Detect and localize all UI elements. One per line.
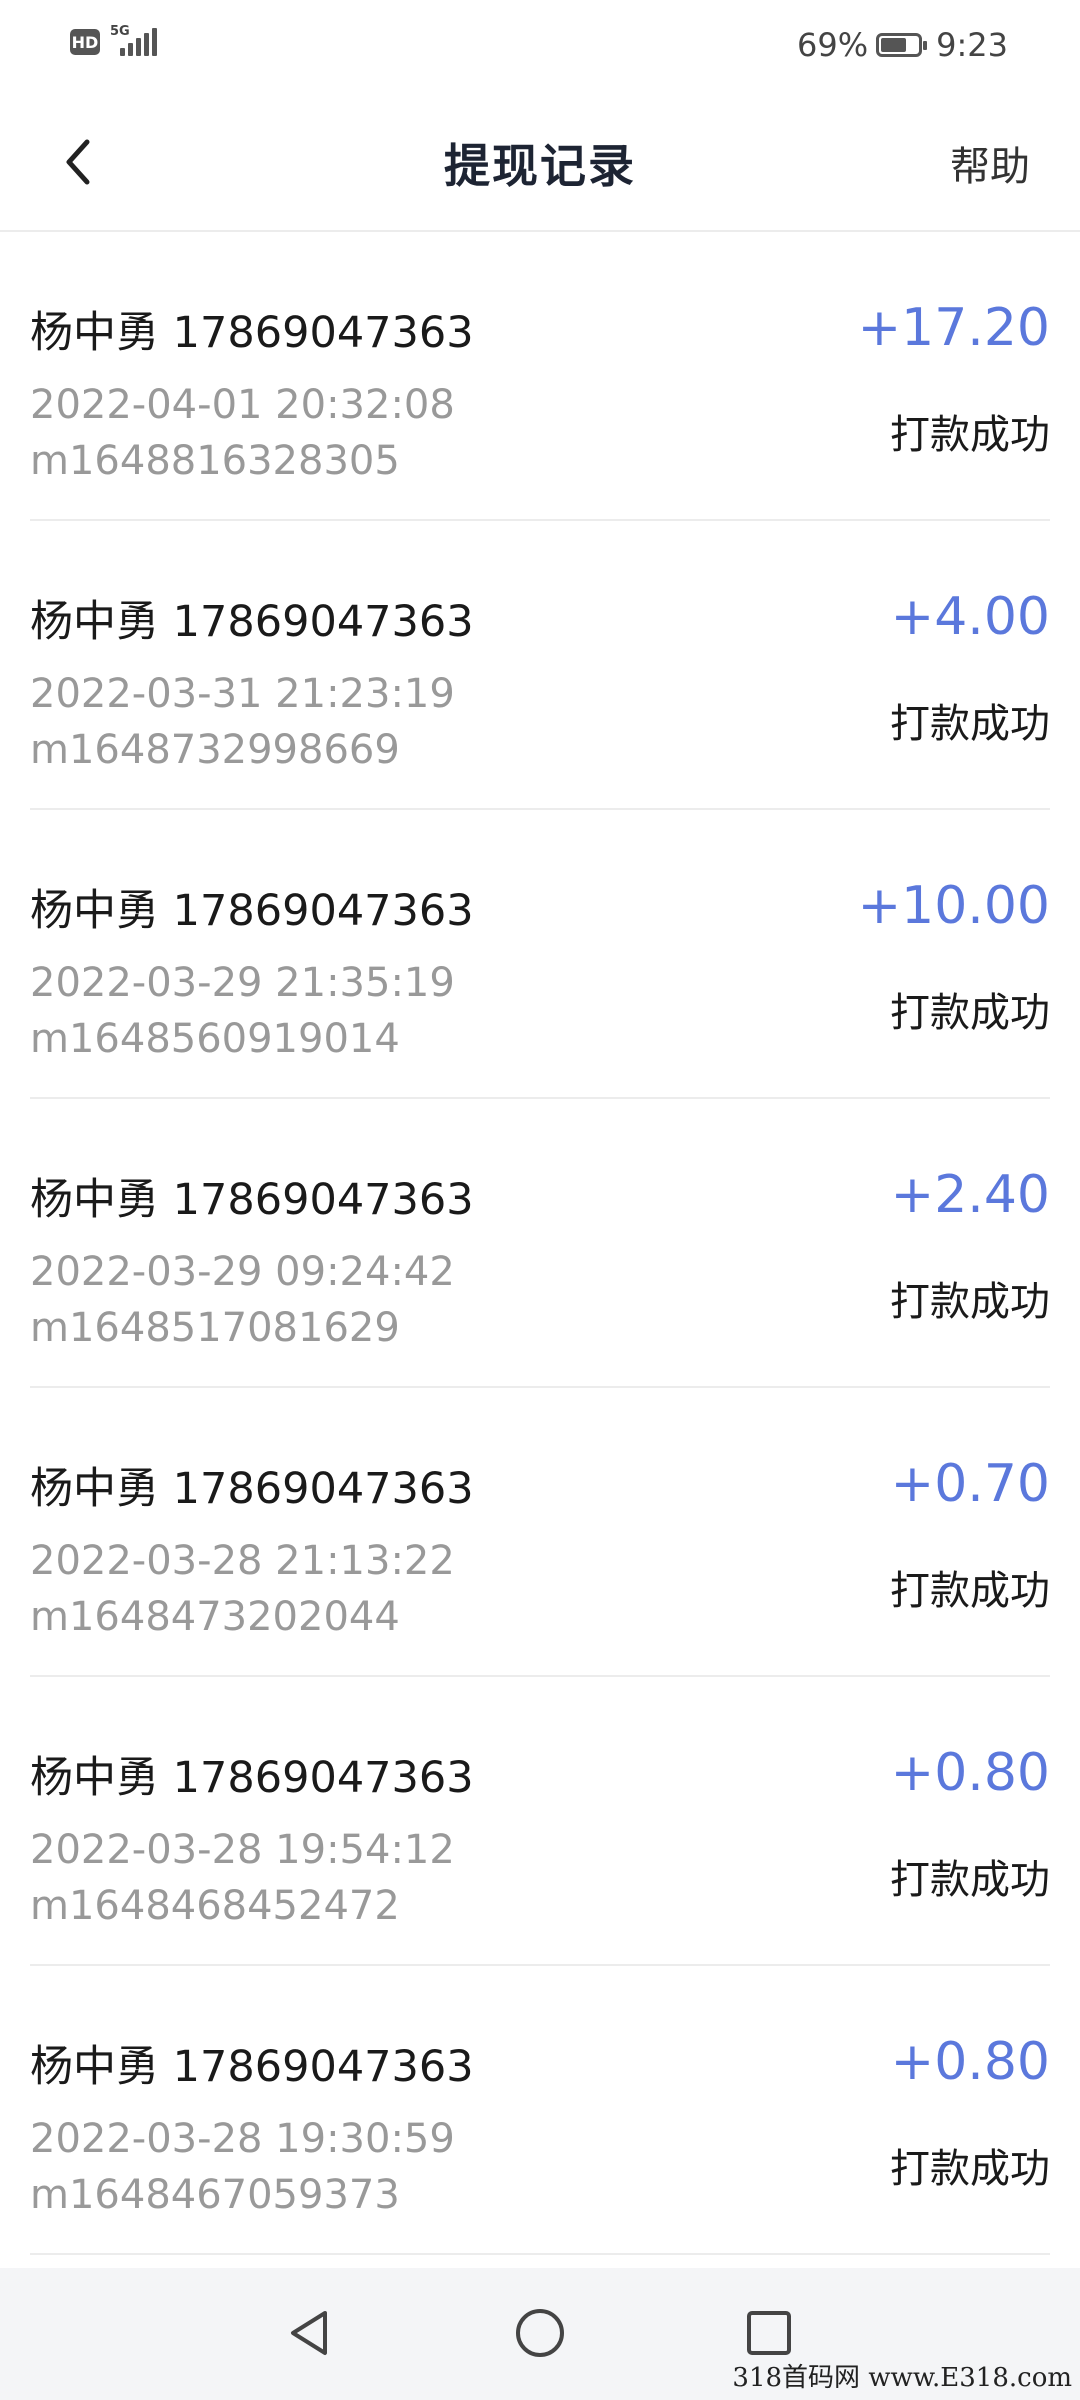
record-time: 2022-03-29 09:24:42 — [30, 1249, 455, 1295]
record-status: 打款成功 — [890, 701, 1050, 747]
record-status: 打款成功 — [890, 990, 1050, 1036]
signal-icon: 5G — [110, 24, 157, 56]
clock: 9:23 — [936, 26, 1008, 64]
header: 提现记录 帮助 — [0, 96, 1080, 232]
record-order-id: m1648732998669 — [30, 727, 400, 773]
withdrawal-record[interactable]: 杨中勇 17869047363 2022-03-29 09:24:42 m16485… — [30, 1099, 1050, 1388]
record-order-id: m1648560919014 — [30, 1016, 400, 1062]
system-nav-bar: 318首码网 www.E318.com — [0, 2268, 1080, 2400]
record-time: 2022-03-28 21:13:22 — [30, 1538, 455, 1584]
withdrawal-record[interactable]: 杨中勇 17869047363 2022-03-31 21:23:19 m16487… — [30, 521, 1050, 810]
page-title: 提现记录 — [444, 139, 636, 193]
network-type-label: 5G — [110, 24, 130, 39]
status-left: HD 5G — [70, 24, 157, 56]
record-amount: +17.20 — [857, 298, 1050, 358]
record-name: 杨中勇 17869047363 — [30, 1175, 474, 1225]
withdrawal-record[interactable]: 杨中勇 17869047363 2022-03-28 19:54:12 m16484… — [30, 1677, 1050, 1966]
record-time: 2022-03-28 19:30:59 — [30, 2116, 455, 2162]
home-circle-icon — [516, 2309, 564, 2357]
record-order-id: m1648816328305 — [30, 438, 400, 484]
battery-fill — [881, 38, 906, 52]
record-amount: +0.70 — [890, 1454, 1050, 1514]
record-name: 杨中勇 17869047363 — [30, 1464, 474, 1514]
record-amount: +0.80 — [890, 1743, 1050, 1803]
withdrawal-record[interactable]: 杨中勇 17869047363 2022-04-01 20:32:08 m16488… — [30, 232, 1050, 521]
withdrawal-record-list: 杨中勇 17869047363 2022-04-01 20:32:08 m16488… — [30, 232, 1050, 2255]
record-status: 打款成功 — [890, 2146, 1050, 2192]
record-time: 2022-03-29 21:35:19 — [30, 960, 455, 1006]
record-name: 杨中勇 17869047363 — [30, 886, 474, 936]
hd-badge: HD — [70, 29, 100, 55]
record-order-id: m1648467059373 — [30, 2172, 400, 2218]
recents-square-icon — [747, 2311, 791, 2355]
record-order-id: m1648468452472 — [30, 1883, 400, 1929]
help-button[interactable]: 帮助 — [950, 134, 1030, 192]
status-right: 69% 9:23 — [797, 26, 1008, 64]
record-amount: +10.00 — [857, 876, 1050, 936]
record-name: 杨中勇 17869047363 — [30, 1753, 474, 1803]
record-status: 打款成功 — [890, 1279, 1050, 1325]
battery-percent: 69% — [797, 26, 869, 64]
record-amount: +2.40 — [890, 1165, 1050, 1225]
record-time: 2022-03-28 19:54:12 — [30, 1827, 455, 1873]
record-name: 杨中勇 17869047363 — [30, 2042, 474, 2092]
record-status: 打款成功 — [890, 412, 1050, 458]
record-order-id: m1648517081629 — [30, 1305, 400, 1351]
status-bar: HD 5G 69% 9:23 — [0, 0, 1080, 96]
record-time: 2022-04-01 20:32:08 — [30, 382, 455, 428]
record-status: 打款成功 — [890, 1857, 1050, 1903]
record-name: 杨中勇 17869047363 — [30, 308, 474, 358]
withdrawal-record[interactable]: 杨中勇 17869047363 2022-03-28 21:13:22 m16484… — [30, 1388, 1050, 1677]
record-amount: +0.80 — [890, 2032, 1050, 2092]
withdrawal-record[interactable]: 杨中勇 17869047363 2022-03-28 19:30:59 m16484… — [30, 1966, 1050, 2255]
back-triangle-icon — [291, 2311, 327, 2355]
watermark: 318首码网 www.E318.com — [732, 2363, 1072, 2393]
withdrawal-record[interactable]: 杨中勇 17869047363 2022-03-29 21:35:19 m16485… — [30, 810, 1050, 1099]
battery-icon — [876, 33, 928, 57]
record-order-id: m1648473202044 — [30, 1594, 400, 1640]
record-name: 杨中勇 17869047363 — [30, 597, 474, 647]
record-amount: +4.00 — [890, 587, 1050, 647]
record-time: 2022-03-31 21:23:19 — [30, 671, 455, 717]
nav-home-button[interactable] — [505, 2298, 575, 2368]
record-status: 打款成功 — [890, 1568, 1050, 1614]
nav-back-button[interactable] — [274, 2298, 344, 2368]
